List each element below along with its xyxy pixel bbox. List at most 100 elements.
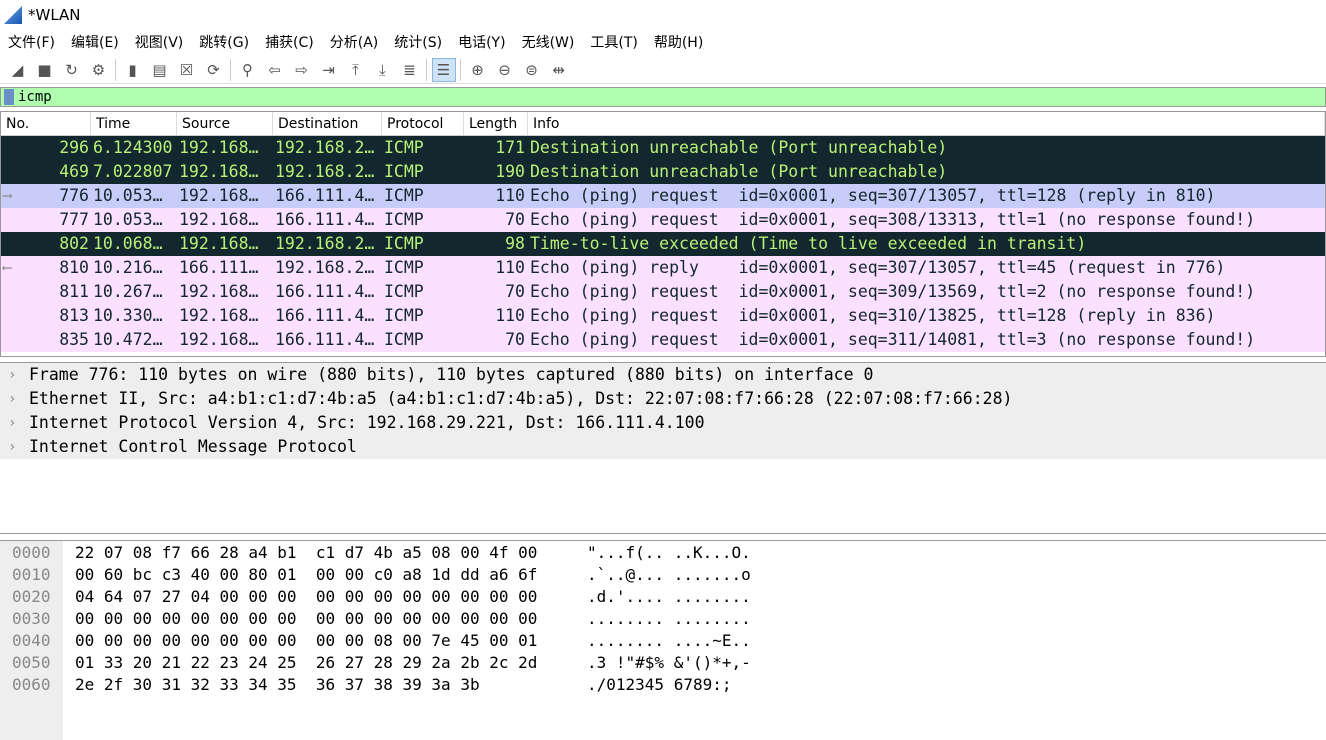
detail-tree-item[interactable]: › Internet Control Message Protocol (0, 435, 1326, 459)
hex-row: 0030 00 00 00 00 00 00 00 00 00 00 00 00 … (0, 608, 1326, 630)
hex-ascii[interactable]: .3 !"#$% &'()*+,- (587, 652, 751, 674)
stop-capture-button[interactable]: ■ (33, 58, 57, 82)
hex-ascii[interactable]: .`..@... .......o (587, 564, 751, 586)
cell-no: 811 (1, 280, 91, 304)
packet-row[interactable]: 811 10.267… 192.168… 166.111.4… ICMP 70 Echo (… (1, 280, 1325, 304)
go-forward-button[interactable]: ⇨ (290, 58, 314, 82)
chevron-right-icon[interactable]: › (0, 411, 29, 435)
hex-bytes[interactable]: 00 00 00 00 00 00 00 00 00 00 08 00 7e 4… (63, 630, 587, 652)
hex-row: 0050 01 33 20 21 22 23 24 25 26 27 28 29 … (0, 652, 1326, 674)
menu-item[interactable]: 文件(F) (0, 31, 63, 55)
hex-ascii[interactable]: ........ ....~E.. (587, 630, 751, 652)
hex-rows: 0000 22 07 08 f7 66 28 a4 b1 c1 d7 4b a5 … (0, 541, 1326, 696)
go-first-icon: ⤒ (352, 60, 359, 79)
hex-ascii[interactable]: ........ ........ (587, 608, 751, 630)
packet-row[interactable]: 469 7.022807 192.168… 192.168.2… ICMP 190 Dest… (1, 160, 1325, 184)
hex-offset: 0000 (12, 543, 51, 562)
column-header-protocol[interactable]: Protocol (382, 112, 464, 135)
toolbar-separator (115, 58, 116, 81)
hex-row: 0000 22 07 08 f7 66 28 a4 b1 c1 d7 4b a5 … (0, 542, 1326, 564)
hex-bytes[interactable]: 00 00 00 00 00 00 00 00 00 00 00 00 00 0… (63, 608, 587, 630)
menu-item[interactable]: 跳转(G) (191, 31, 257, 55)
cell-info: Echo (ping) request id=0x0001, seq=310/1… (530, 306, 1216, 325)
packet-number: 813 (59, 306, 89, 325)
toolbar-separator (230, 58, 231, 81)
packet-row[interactable]: 296 6.124300 192.168… 192.168.2… ICMP 171 Dest… (1, 136, 1325, 160)
chevron-right-icon[interactable]: › (0, 387, 29, 411)
hex-ascii[interactable]: .d.'.... ........ (587, 586, 751, 608)
chevron-right-icon[interactable]: › (0, 435, 29, 459)
restart-capture-button[interactable]: ↻ (60, 58, 84, 82)
resize-columns-icon: ⇹ (552, 60, 565, 79)
column-header-info[interactable]: Info (528, 112, 1325, 135)
display-filter-input[interactable]: icmp (18, 89, 52, 105)
menu-item[interactable]: 视图(V) (127, 31, 192, 55)
cell-info: Time-to-live exceeded (Time to live exce… (530, 234, 1087, 253)
column-header-length[interactable]: Length (464, 112, 528, 135)
hex-bytes[interactable]: 2e 2f 30 31 32 33 34 35 36 37 38 39 3a 3… (63, 674, 587, 696)
menu-item[interactable]: 电话(Y) (450, 31, 513, 55)
bookmark-icon[interactable] (4, 89, 14, 105)
packet-row[interactable]: 813 10.330… 192.168… 166.111.4… ICMP 110 Echo … (1, 304, 1325, 328)
menu-item[interactable]: 统计(S) (386, 31, 450, 55)
colorize-button[interactable]: ☰ (431, 57, 456, 82)
save-file-button[interactable]: ▤ (148, 58, 172, 82)
cell-protocol: ICMP (384, 162, 424, 181)
column-header-destination[interactable]: Destination (273, 112, 382, 135)
menu-item[interactable]: 帮助(H) (646, 31, 711, 55)
close-file-button[interactable]: ☒ (175, 58, 199, 82)
go-to-packet-icon: ⇥ (322, 60, 335, 79)
menu-item[interactable]: 编辑(E) (63, 31, 127, 55)
packet-row[interactable]: ⟶ 776 10.053… 192.168… 166.111.4… ICMP 110 Echo… (1, 184, 1325, 208)
packet-number: 777 (59, 210, 89, 229)
cell-no: ⟶ 776 (1, 184, 91, 208)
hex-bytes[interactable]: 00 60 bc c3 40 00 80 01 00 00 c0 a8 1d d… (63, 564, 587, 586)
packet-row[interactable]: 777 10.053… 192.168… 166.111.4… ICMP 70 Echo (… (1, 208, 1325, 232)
zoom-out-button[interactable]: ⊖ (493, 58, 517, 82)
cell-protocol: ICMP (384, 258, 424, 277)
cell-info: Destination unreachable (Port unreachabl… (530, 138, 948, 157)
go-last-button[interactable]: ⤓ (371, 58, 395, 82)
find-packet-button[interactable]: ⚲ (236, 58, 260, 82)
cell-no: 835 (1, 328, 91, 352)
menu-item[interactable]: 捕获(C) (257, 31, 322, 55)
hex-bytes[interactable]: 04 64 07 27 04 00 00 00 00 00 00 00 00 0… (63, 586, 587, 608)
capture-options-button[interactable]: ⚙ (87, 58, 111, 82)
packet-number: 811 (59, 282, 89, 301)
cell-length: 98 (505, 234, 525, 253)
hex-ascii[interactable]: ./012345 6789:; (587, 674, 732, 696)
hex-ascii[interactable]: "...f(.. ..K...O. (587, 542, 751, 564)
display-filter-bar[interactable]: icmp (0, 87, 1326, 107)
column-header-source[interactable]: Source (177, 112, 273, 135)
cell-no: 777 (1, 208, 91, 232)
reload-file-button[interactable]: ⟳ (202, 58, 226, 82)
menu-item[interactable]: 无线(W) (514, 31, 583, 55)
go-back-button[interactable]: ⇦ (263, 58, 287, 82)
menu-item[interactable]: 工具(T) (582, 31, 645, 55)
packet-row[interactable]: 835 10.472… 192.168… 166.111.4… ICMP 70 Echo (… (1, 328, 1325, 352)
chevron-right-icon[interactable]: › (0, 363, 29, 387)
open-file-button[interactable]: ▮ (121, 58, 145, 82)
cell-time: 10.053… (93, 210, 163, 229)
cell-destination: 166.111.4… (275, 186, 375, 205)
resize-columns-button[interactable]: ⇹ (547, 58, 571, 82)
column-header-no[interactable]: No. (1, 112, 91, 135)
start-capture-button[interactable]: ◢ (6, 58, 30, 82)
detail-tree-item[interactable]: › Internet Protocol Version 4, Src: 192.1… (0, 411, 1326, 435)
auto-scroll-button[interactable]: ≣ (398, 58, 422, 82)
packet-row[interactable]: ⟵ 810 10.216… 166.111… 192.168.2… ICMP 110 Echo… (1, 256, 1325, 280)
cell-length: 190 (495, 162, 525, 181)
zoom-in-button[interactable]: ⊕ (466, 58, 490, 82)
packet-row[interactable]: 802 10.068… 192.168… 192.168.2… ICMP 98 Time-t… (1, 232, 1325, 256)
hex-bytes[interactable]: 01 33 20 21 22 23 24 25 26 27 28 29 2a 2… (63, 652, 587, 674)
go-first-button[interactable]: ⤒ (344, 58, 368, 82)
find-packet-icon: ⚲ (242, 60, 253, 79)
go-to-packet-button[interactable]: ⇥ (317, 58, 341, 82)
detail-tree-item[interactable]: › Ethernet II, Src: a4:b1:c1:d7:4b:a5 (a4… (0, 387, 1326, 411)
detail-tree-item[interactable]: › Frame 776: 110 bytes on wire (880 bits)… (0, 363, 1326, 387)
hex-bytes[interactable]: 22 07 08 f7 66 28 a4 b1 c1 d7 4b a5 08 0… (63, 542, 587, 564)
cell-time: 10.267… (93, 282, 163, 301)
zoom-reset-button[interactable]: ⊜ (520, 58, 544, 82)
menu-item[interactable]: 分析(A) (322, 31, 387, 55)
column-header-time[interactable]: Time (91, 112, 177, 135)
